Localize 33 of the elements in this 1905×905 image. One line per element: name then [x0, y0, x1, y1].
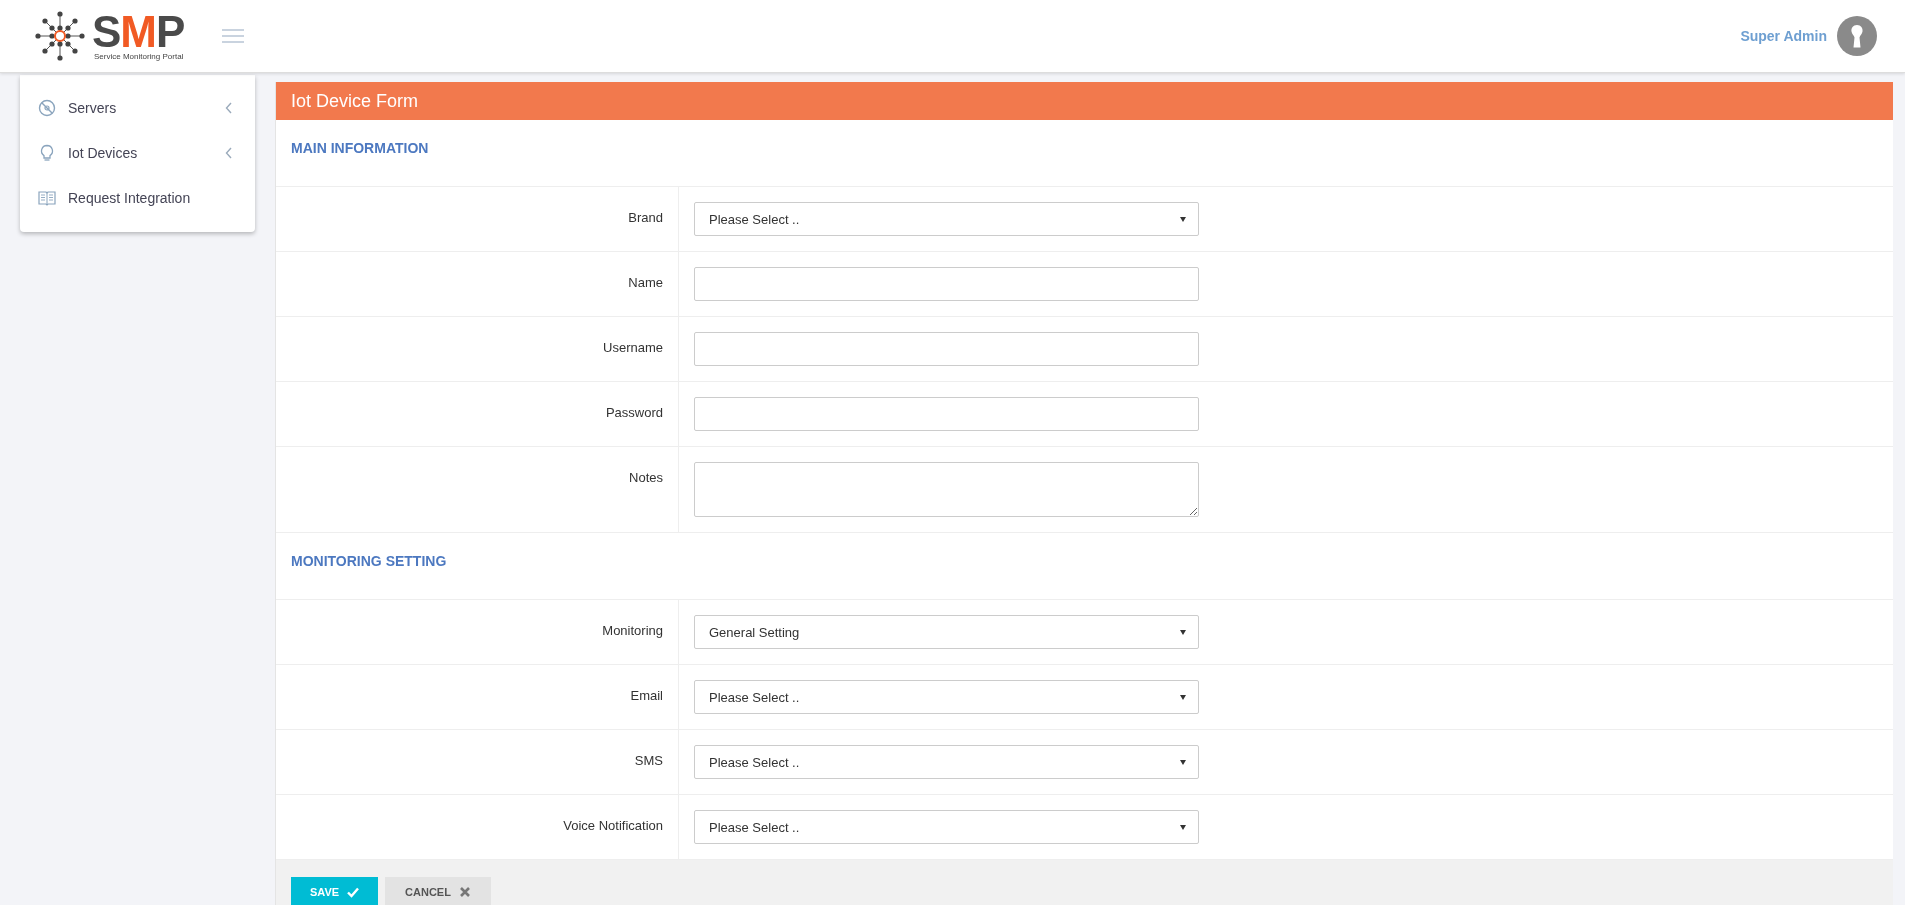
field-label: Voice Notification: [563, 818, 663, 833]
logo-subtitle: Service Monitoring Portal: [94, 51, 185, 61]
field-label: Notes: [629, 470, 663, 485]
select-field[interactable]: Please Select ..: [694, 745, 1199, 779]
section-heading: MAIN INFORMATION: [276, 120, 1893, 187]
input-field[interactable]: [694, 267, 1199, 301]
field-label: Name: [628, 275, 663, 290]
checkmark-icon: [347, 886, 360, 898]
sidebar-item[interactable]: Request Integration: [20, 175, 255, 220]
field-label: Email: [630, 688, 663, 703]
sidebar-item[interactable]: Iot Devices: [20, 130, 255, 175]
avatar-icon[interactable]: [1837, 16, 1877, 56]
logo-wordmark: SMP: [92, 11, 185, 52]
disc-icon: [38, 98, 56, 117]
field-label: Password: [605, 405, 663, 420]
field-label: Monitoring: [602, 623, 663, 638]
book-icon: [38, 188, 56, 207]
text-area[interactable]: [694, 462, 1199, 517]
field-label: SMS: [634, 753, 663, 768]
close-icon: [458, 886, 471, 898]
form-title: Iot Device Form: [276, 82, 1893, 120]
field-label: Brand: [628, 210, 663, 225]
input-field[interactable]: [694, 332, 1199, 366]
select-field[interactable]: Please Select ..: [694, 810, 1199, 844]
field-label: Username: [603, 340, 663, 355]
lightbulb-icon: [38, 143, 56, 162]
select-field[interactable]: Please Select ..: [694, 680, 1199, 714]
cancel-button[interactable]: CANCEL: [385, 877, 491, 905]
select-field[interactable]: General Setting: [694, 615, 1199, 649]
section-heading: MONITORING SETTING: [276, 533, 1893, 600]
input-field[interactable]: [694, 397, 1199, 431]
sidebar-item[interactable]: Servers: [20, 85, 255, 130]
select-field[interactable]: Please Select ..: [694, 202, 1199, 236]
